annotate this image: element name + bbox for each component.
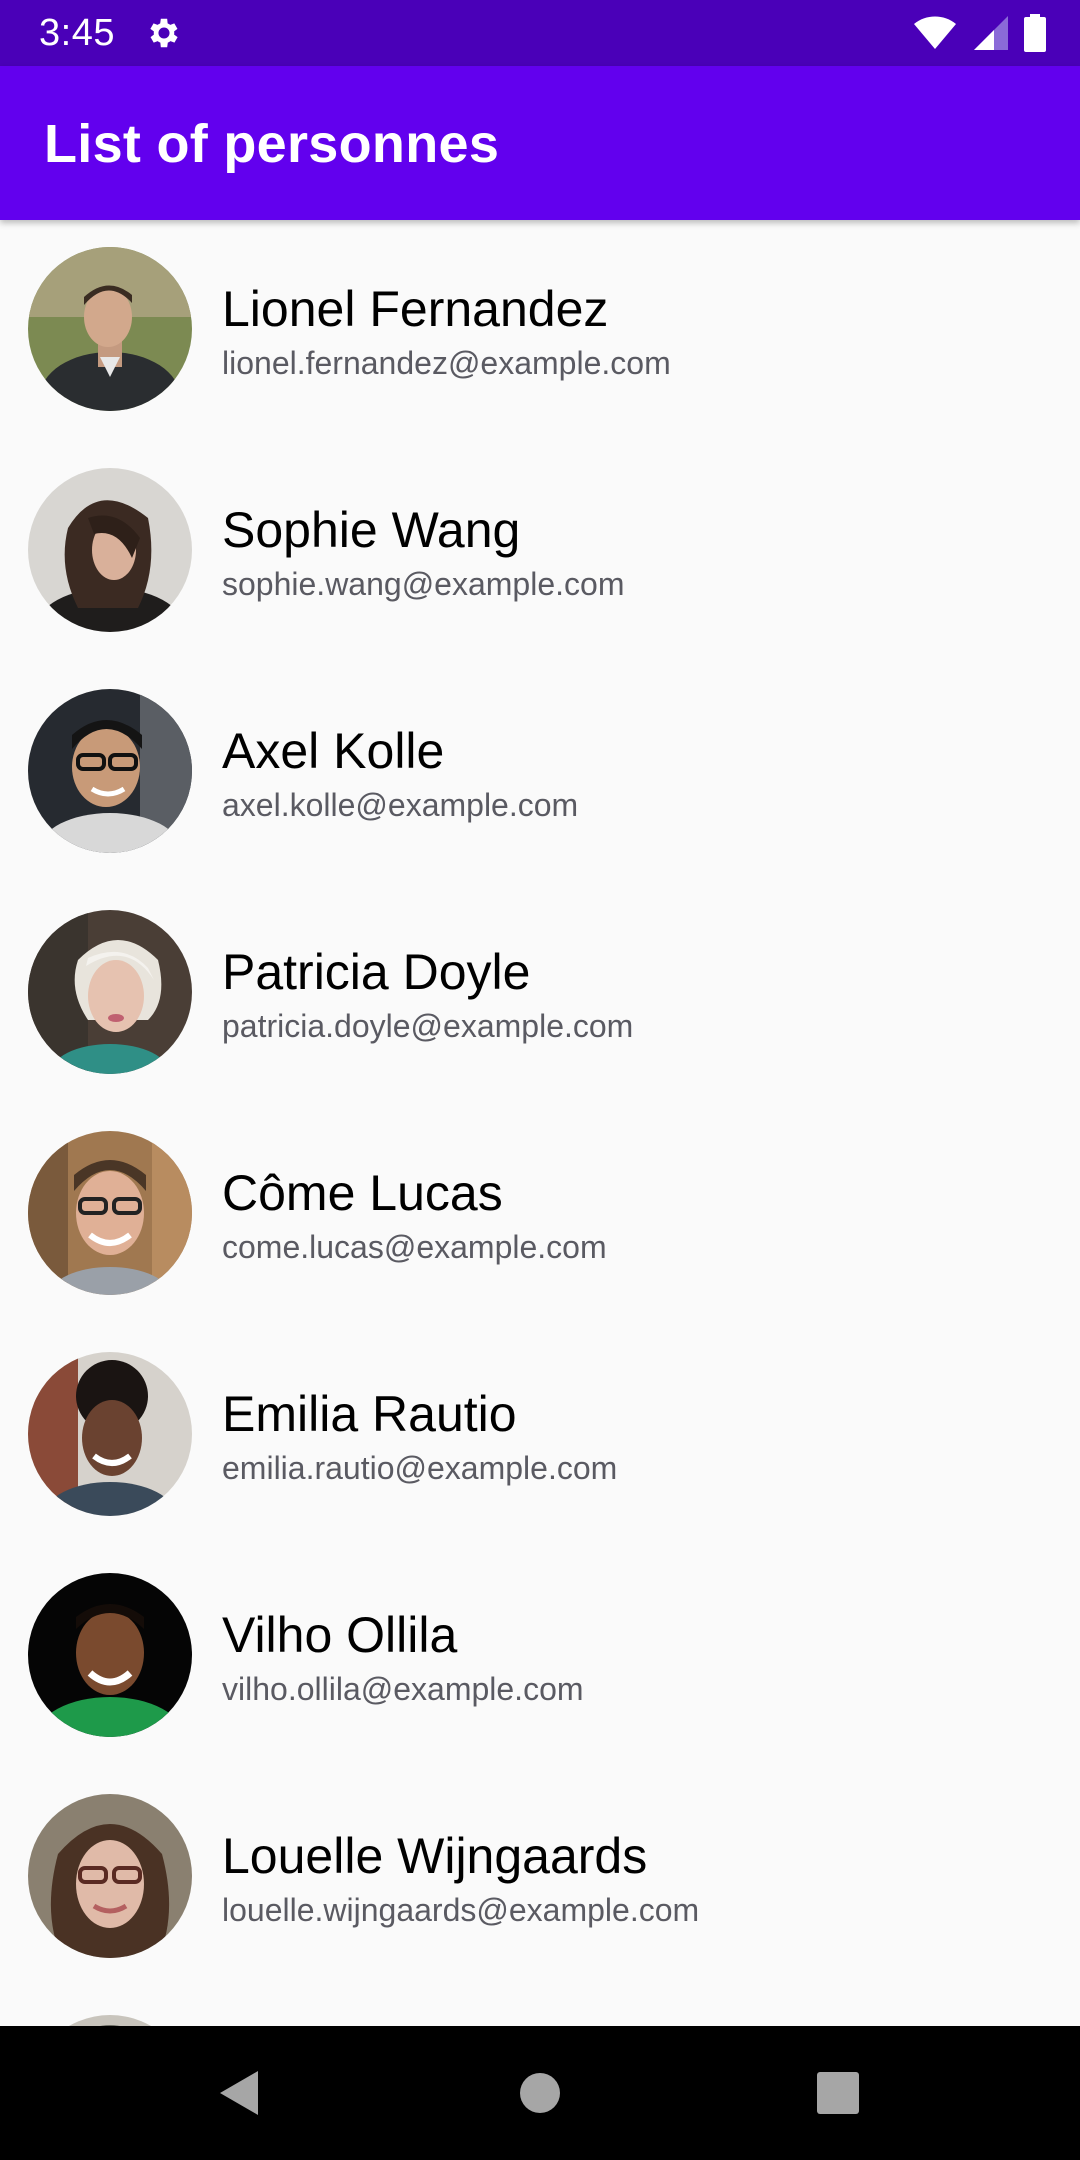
back-icon[interactable] — [208, 2061, 272, 2125]
person-photo — [28, 2015, 192, 2026]
gear-icon — [150, 18, 178, 48]
wifi-icon — [914, 16, 956, 49]
person-photo — [28, 910, 192, 1074]
list-item[interactable] — [0, 1988, 1080, 2026]
person-email: louelle.wijngaards@example.com — [222, 1892, 700, 1928]
app-bar: List of personnes — [0, 66, 1080, 220]
status-time: 3:45 — [39, 12, 115, 54]
avatar — [28, 1794, 192, 1958]
person-name: Lionel Fernandez — [222, 281, 609, 337]
avatar — [28, 910, 192, 1074]
avatar — [28, 1573, 192, 1737]
recents-icon[interactable] — [806, 2061, 870, 2125]
list-item[interactable]: Axel Kolle axel.kolle@example.com — [0, 662, 1080, 883]
person-name: Sophie Wang — [222, 502, 521, 558]
list-item[interactable]: Côme Lucas come.lucas@example.com — [0, 1104, 1080, 1325]
avatar — [28, 1352, 192, 1516]
person-name: Vilho Ollila — [222, 1607, 458, 1663]
list-item[interactable]: Louelle Wijngaards louelle.wijngaards@ex… — [0, 1767, 1080, 1988]
person-name: Emilia Rautio — [222, 1386, 517, 1442]
person-photo — [28, 468, 192, 632]
person-photo — [28, 689, 192, 853]
status-icons — [912, 12, 1046, 54]
person-photo — [28, 1352, 192, 1516]
battery-icon — [1024, 14, 1046, 52]
avatar — [28, 689, 192, 853]
person-email: emilia.rautio@example.com — [222, 1450, 618, 1486]
person-email: vilho.ollila@example.com — [222, 1671, 584, 1707]
screen: 3:45 List of personnes Lionel Fernandez … — [0, 0, 1080, 2160]
person-photo — [28, 1794, 192, 1958]
home-icon[interactable] — [508, 2061, 572, 2125]
person-email: axel.kolle@example.com — [222, 787, 579, 823]
person-photo — [28, 1131, 192, 1295]
list-item[interactable]: Lionel Fernandez lionel.fernandez@exampl… — [0, 220, 1080, 441]
person-email: come.lucas@example.com — [222, 1229, 607, 1265]
list-item[interactable]: Vilho Ollila vilho.ollila@example.com — [0, 1546, 1080, 1767]
avatar — [28, 247, 192, 411]
navigation-bar — [0, 2026, 1080, 2160]
person-email: sophie.wang@example.com — [222, 566, 625, 602]
person-name: Patricia Doyle — [222, 944, 531, 1000]
person-name: Côme Lucas — [222, 1165, 503, 1221]
cellular-signal-icon — [974, 16, 1008, 50]
person-email: lionel.fernandez@example.com — [222, 345, 671, 381]
app-title: List of personnes — [44, 114, 500, 174]
person-photo — [28, 1573, 192, 1737]
list-item[interactable]: Emilia Rautio emilia.rautio@example.com — [0, 1325, 1080, 1546]
person-name: Axel Kolle — [222, 723, 445, 779]
avatar — [28, 1131, 192, 1295]
person-email: patricia.doyle@example.com — [222, 1008, 634, 1044]
avatar — [28, 468, 192, 632]
status-bar: 3:45 — [0, 0, 1080, 66]
person-name: Louelle Wijngaards — [222, 1828, 648, 1884]
list-item[interactable]: Sophie Wang sophie.wang@example.com — [0, 441, 1080, 662]
person-photo — [28, 247, 192, 411]
people-list[interactable]: Lionel Fernandez lionel.fernandez@exampl… — [0, 220, 1080, 2026]
list-item[interactable]: Patricia Doyle patricia.doyle@example.co… — [0, 883, 1080, 1104]
avatar — [28, 2015, 192, 2026]
